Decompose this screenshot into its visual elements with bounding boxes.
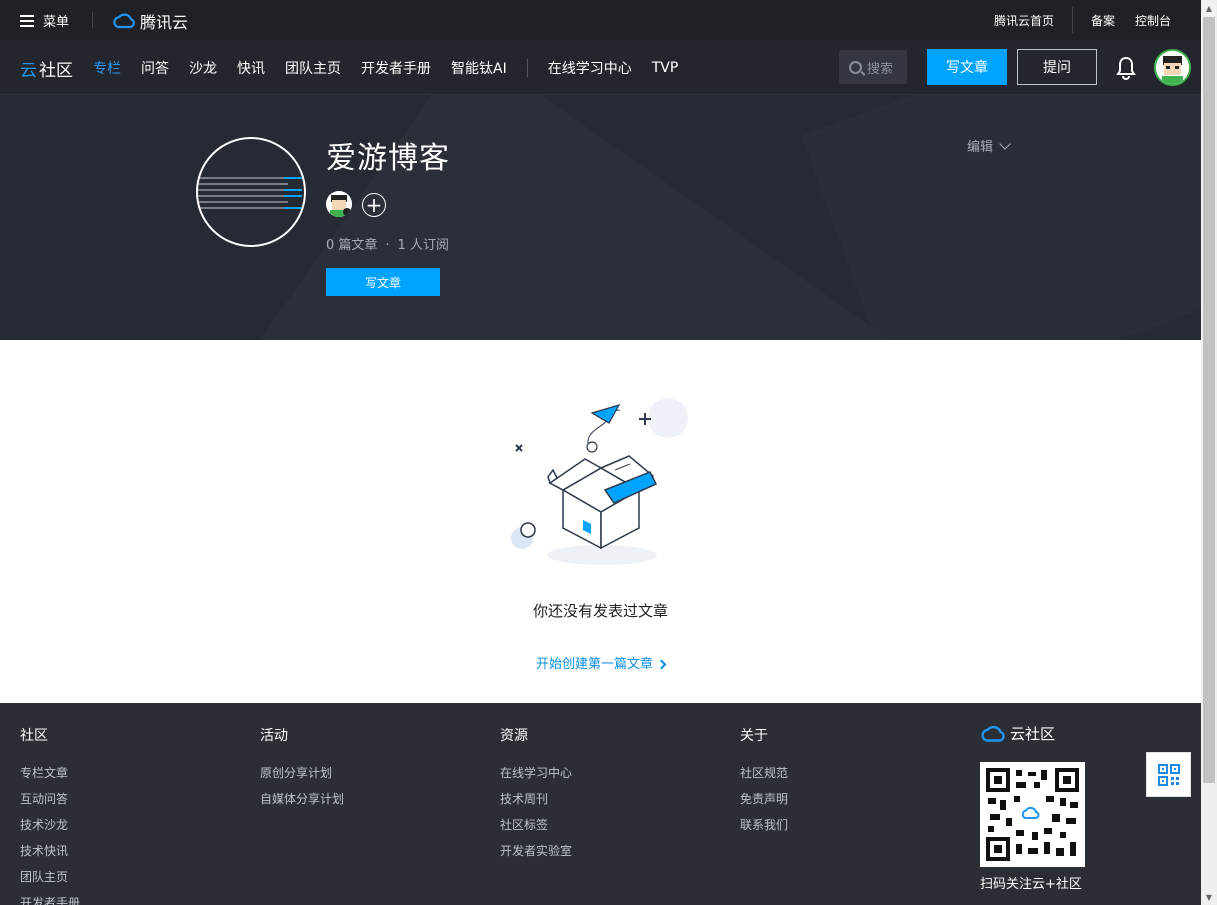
empty-message: 你还没有发表过文章	[532, 602, 668, 620]
search-box[interactable]: 搜索	[839, 50, 907, 84]
divider	[92, 12, 93, 28]
article-count: 0 篇文章	[326, 238, 378, 253]
search-placeholder: 搜索	[867, 61, 894, 77]
brand-name: 腾讯云	[140, 13, 189, 32]
owner-avatar[interactable]	[326, 191, 352, 217]
column-title: 爱游博客	[326, 141, 450, 176]
nav-item-ai[interactable]: 智能钛AI	[451, 58, 507, 78]
footer-link[interactable]: 免责声明	[740, 791, 788, 817]
page-scrollbar[interactable]: ▲ ▼	[1201, 0, 1217, 905]
cloud-mark-icon: 云	[20, 61, 37, 81]
footer-heading: 活动	[260, 728, 288, 744]
cloud-icon	[981, 725, 1005, 742]
beian-link[interactable]: 备案	[1081, 12, 1125, 29]
nav-item-tvp[interactable]: TVP	[652, 60, 679, 76]
scroll-down-icon[interactable]: ▼	[1201, 889, 1217, 905]
chevron-down-icon	[999, 137, 1011, 150]
footer-link[interactable]: 团队主页	[20, 869, 80, 895]
footer-brand-label: 云社区	[1010, 725, 1056, 743]
footer-link[interactable]: 专栏文章	[20, 765, 80, 791]
top-bar: 菜单 腾讯云 腾讯云首页 备案 控制台	[0, 0, 1201, 40]
divider	[1071, 7, 1073, 33]
divider	[526, 58, 528, 77]
footer-link[interactable]: 技术快讯	[20, 843, 80, 869]
qr-code-icon	[1157, 763, 1180, 786]
nav-item-column[interactable]: 专栏	[93, 58, 121, 78]
nav-item-news[interactable]: 快讯	[237, 58, 265, 78]
chevron-right-icon	[656, 659, 667, 670]
qr-code	[980, 762, 1085, 867]
scroll-thumb[interactable]	[1203, 17, 1215, 783]
footer-column-resources: 资源 在线学习中心 技术周刊 社区标签 开发者实验室	[500, 725, 572, 869]
column-logo	[196, 137, 306, 247]
footer-link[interactable]: 自媒体分享计划	[260, 791, 344, 817]
write-article-button[interactable]: 写文章	[927, 49, 1007, 85]
stats-separator: ·	[385, 238, 390, 253]
search-icon	[849, 60, 862, 74]
footer-link[interactable]: 社区规范	[740, 765, 788, 791]
footer-column-about: 关于 社区规范 免责声明 联系我们	[740, 725, 788, 843]
home-link[interactable]: 腾讯云首页	[984, 12, 1064, 29]
add-author-icon[interactable]: +	[362, 193, 386, 217]
footer-link[interactable]: 开发者实验室	[500, 843, 572, 869]
create-first-article-link[interactable]: 开始创建第一篇文章	[0, 653, 1201, 672]
column-header: 爱游博客 + 0 篇文章 · 1 人订阅 写文章 编辑	[0, 95, 1201, 340]
footer-link[interactable]: 联系我们	[740, 817, 788, 843]
create-link-label: 开始创建第一篇文章	[535, 657, 653, 672]
footer-link[interactable]: 互动问答	[20, 791, 80, 817]
edit-label: 编辑	[967, 140, 994, 155]
footer-heading: 社区	[20, 728, 48, 744]
footer: 社区 专栏文章 互动问答 技术沙龙 技术快讯 团队主页 开发者手册 活动 原创分…	[0, 703, 1201, 905]
footer-link[interactable]: 原创分享计划	[260, 765, 344, 791]
background-shape	[226, 95, 894, 340]
community-logo[interactable]: 云 社区	[20, 56, 73, 81]
footer-heading: 关于	[740, 728, 768, 744]
footer-link[interactable]: 技术沙龙	[20, 817, 80, 843]
nav-item-learning[interactable]: 在线学习中心	[548, 58, 632, 78]
footer-link[interactable]: 在线学习中心	[500, 765, 572, 791]
footer-link[interactable]: 开发者手册	[20, 895, 80, 905]
nav-item-qa[interactable]: 问答	[141, 58, 169, 78]
qr-caption: 扫码关注云+社区	[980, 877, 1082, 892]
nav-item-team[interactable]: 团队主页	[285, 58, 341, 78]
column-write-button[interactable]: 写文章	[326, 268, 440, 296]
menu-button[interactable]: 菜单	[20, 11, 69, 30]
edit-dropdown[interactable]: 编辑	[967, 136, 1011, 155]
subscriber-count: 1 人订阅	[397, 238, 449, 253]
footer-column-activity: 活动 原创分享计划 自媒体分享计划	[260, 725, 344, 817]
empty-box-illustration	[505, 395, 695, 579]
tencent-cloud-logo[interactable]: 腾讯云	[112, 9, 188, 33]
bell-icon[interactable]	[1115, 56, 1137, 84]
cloud-icon	[113, 13, 135, 29]
nav-item-handbook[interactable]: 开发者手册	[361, 58, 431, 78]
column-stats: 0 篇文章 · 1 人订阅	[326, 234, 449, 253]
menu-label: 菜单	[43, 15, 70, 30]
hamburger-icon	[20, 14, 34, 27]
user-avatar[interactable]	[1154, 49, 1191, 86]
ask-question-button[interactable]: 提问	[1017, 49, 1097, 85]
footer-link[interactable]: 社区标签	[500, 817, 572, 843]
footer-column-community: 社区 专栏文章 互动问答 技术沙龙 技术快讯 团队主页 开发者手册	[20, 725, 80, 905]
nav-item-salon[interactable]: 沙龙	[189, 58, 217, 78]
scroll-up-icon[interactable]: ▲	[1201, 0, 1217, 16]
footer-link[interactable]: 技术周刊	[500, 791, 572, 817]
floating-qr-button[interactable]	[1146, 752, 1191, 797]
footer-community-logo[interactable]: 云社区	[980, 723, 1055, 744]
community-label: 社区	[39, 61, 73, 81]
console-link[interactable]: 控制台	[1125, 12, 1181, 29]
nav-bar: 云 社区 专栏 问答 沙龙 快讯 团队主页 开发者手册 智能钛AI 在线学习中心…	[0, 40, 1201, 95]
background-shape	[801, 95, 1201, 340]
footer-heading: 资源	[500, 728, 528, 744]
